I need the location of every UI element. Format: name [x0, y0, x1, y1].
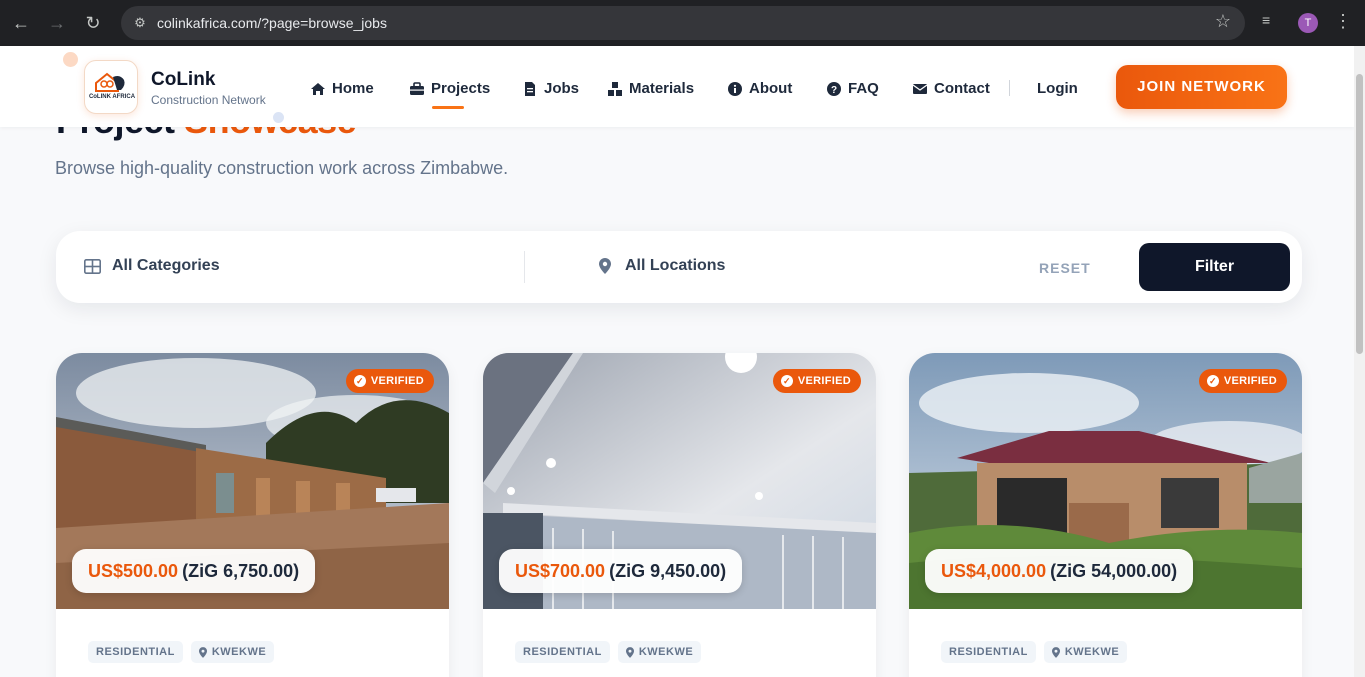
map-pin-icon — [198, 646, 207, 658]
location-tag-label: KWEKWE — [1064, 646, 1120, 658]
page-scrollbar[interactable] — [1354, 46, 1365, 677]
nav-jobs-label: Jobs — [544, 80, 580, 97]
card-tags: RESIDENTIAL KWEKWE — [941, 641, 1128, 663]
nav-faq-label: FAQ — [848, 80, 879, 97]
check-circle-icon: ✓ — [1206, 375, 1219, 387]
forward-arrow-icon[interactable]: → — [45, 11, 69, 35]
back-arrow-icon[interactable]: ← — [9, 11, 33, 35]
category-select[interactable]: All Categories — [84, 257, 220, 275]
grid-icon — [84, 258, 101, 274]
card-tags: RESIDENTIAL KWEKWE — [515, 641, 702, 663]
house-logo-icon — [95, 72, 125, 92]
nav-projects[interactable]: Projects — [409, 80, 490, 97]
reload-icon[interactable]: ↻ — [81, 11, 105, 35]
svg-text:?: ? — [831, 85, 837, 96]
site-header: CoLINK AFRICA CoLink Construction Networ… — [0, 46, 1354, 127]
verified-badge: ✓ VERIFIED — [1198, 369, 1287, 393]
nav-contact[interactable]: Contact — [912, 80, 990, 97]
login-link[interactable]: Login — [1037, 80, 1078, 97]
price-zig: (ZiG 9,450.00) — [609, 560, 727, 581]
category-tag: RESIDENTIAL — [515, 641, 610, 663]
location-tag: KWEKWE — [190, 641, 275, 663]
reset-button[interactable]: RESET — [1039, 260, 1091, 276]
logo[interactable]: CoLINK AFRICA — [84, 60, 138, 114]
nav-materials[interactable]: Materials — [607, 80, 694, 97]
browser-menu-icon[interactable]: ⋮ — [1334, 11, 1352, 32]
site-info-icon[interactable]: ⚙ — [130, 13, 150, 33]
filter-button[interactable]: Filter — [1139, 243, 1290, 291]
bookmark-star-icon[interactable]: ☆ — [1215, 11, 1231, 32]
brand-subtitle: Construction Network — [151, 93, 266, 107]
boxes-icon — [608, 81, 622, 96]
price-pill: US$4,000.00 (ZiG 54,000.00) — [925, 549, 1194, 593]
price-zig: (ZiG 6,750.00) — [182, 560, 300, 581]
address-bar[interactable]: ⚙ colinkafrica.com/?page=browse_jobs ☆ — [121, 6, 1245, 40]
project-card[interactable]: ✓ VERIFIED US$4,000.00 (ZiG 54,000.00) R… — [909, 353, 1302, 677]
location-tag-label: KWEKWE — [638, 646, 694, 658]
nav-contact-label: Contact — [934, 80, 990, 97]
category-tag: RESIDENTIAL — [941, 641, 1036, 663]
map-pin-icon — [625, 646, 634, 658]
home-icon — [311, 82, 325, 95]
decorative-dot — [273, 112, 284, 123]
nav-about[interactable]: About — [727, 80, 792, 97]
file-icon — [525, 81, 535, 96]
browser-toolbar: ← → ↻ ⚙ colinkafrica.com/?page=browse_jo… — [0, 0, 1365, 46]
project-card[interactable]: ✓ VERIFIED US$500.00 (ZiG 6,750.00) RESI… — [56, 353, 449, 677]
nav-materials-label: Materials — [629, 80, 695, 97]
nav-faq[interactable]: ? FAQ — [826, 80, 879, 97]
join-network-button[interactable]: JOIN NETWORK — [1116, 65, 1287, 109]
price-zig: (ZiG 54,000.00) — [1050, 560, 1178, 581]
card-tags: RESIDENTIAL KWEKWE — [88, 641, 275, 663]
filter-divider — [524, 251, 525, 283]
filter-bar: All Categories All Locations RESET Filte… — [56, 231, 1302, 303]
category-select-value: All Categories — [112, 257, 220, 274]
check-circle-icon: ✓ — [353, 375, 366, 387]
decorative-dot — [63, 52, 78, 67]
verified-badge-label: VERIFIED — [370, 375, 424, 387]
check-circle-icon: ✓ — [780, 375, 793, 387]
brand-name[interactable]: CoLink — [151, 69, 215, 91]
map-pin-icon — [599, 258, 611, 274]
nav-projects-label: Projects — [431, 80, 491, 97]
nav-jobs[interactable]: Jobs — [522, 80, 579, 97]
briefcase-icon — [410, 81, 424, 95]
price-usd: US$4,000.00 — [941, 560, 1047, 581]
map-pin-icon — [1051, 646, 1060, 658]
price-usd: US$700.00 — [515, 560, 606, 581]
location-select[interactable]: All Locations — [599, 257, 725, 275]
verified-badge: ✓ VERIFIED — [772, 369, 861, 393]
project-card[interactable]: ✓ VERIFIED US$700.00 (ZiG 9,450.00) RESI… — [483, 353, 876, 677]
url-text[interactable]: colinkafrica.com/?page=browse_jobs — [157, 15, 387, 31]
location-select-value: All Locations — [625, 257, 726, 274]
verified-badge-label: VERIFIED — [797, 375, 851, 387]
envelope-icon — [912, 83, 928, 94]
nav-home[interactable]: Home — [310, 80, 374, 97]
location-tag: KWEKWE — [1043, 641, 1128, 663]
active-nav-indicator — [432, 106, 464, 109]
price-pill: US$500.00 (ZiG 6,750.00) — [72, 549, 316, 593]
price-pill: US$700.00 (ZiG 9,450.00) — [499, 549, 743, 593]
profile-avatar[interactable]: T — [1298, 13, 1318, 33]
verified-badge: ✓ VERIFIED — [345, 369, 434, 393]
page-subtitle: Browse high-quality construction work ac… — [55, 158, 509, 178]
verified-badge-label: VERIFIED — [1223, 375, 1277, 387]
question-icon: ? — [827, 81, 841, 96]
nav-about-label: About — [749, 80, 793, 97]
category-tag: RESIDENTIAL — [88, 641, 183, 663]
nav-divider — [1009, 80, 1010, 96]
scrollbar-thumb[interactable] — [1356, 74, 1363, 354]
price-usd: US$500.00 — [88, 560, 179, 581]
nav-home-label: Home — [332, 80, 374, 97]
media-control-icon[interactable]: ≡ — [1262, 12, 1270, 28]
logo-text: CoLINK AFRICA — [88, 94, 136, 100]
info-icon — [728, 81, 742, 96]
location-tag-label: KWEKWE — [211, 646, 267, 658]
location-tag: KWEKWE — [617, 641, 702, 663]
